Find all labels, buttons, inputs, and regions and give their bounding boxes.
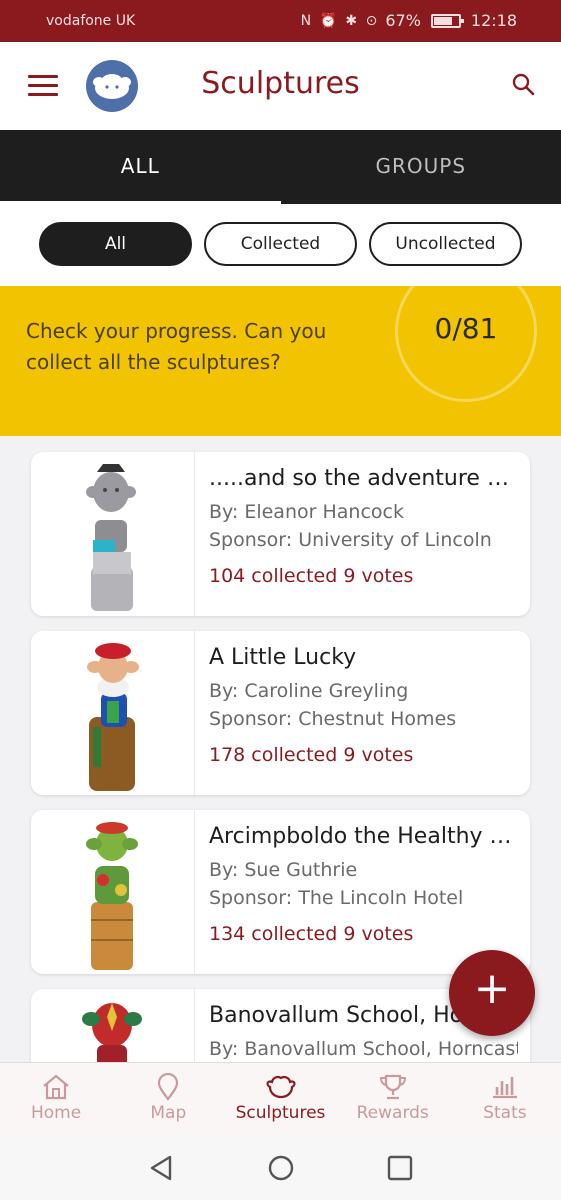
nav-stats[interactable]: Stats — [449, 1063, 561, 1134]
carrier-label: vodafone UK — [46, 13, 136, 29]
sculpture-thumbnail — [31, 452, 195, 616]
nav-rewards-label: Rewards — [356, 1103, 429, 1123]
sculpture-artist: By: Eleanor Hancock — [209, 501, 404, 523]
nav-stats-label: Stats — [483, 1103, 527, 1123]
sculpture-card[interactable]: Arcimpboldo the Healthy Imp By: Sue Guth… — [31, 810, 530, 974]
sculpture-title: A Little Lucky — [209, 645, 357, 670]
filter-uncollected-button[interactable]: Uncollected — [369, 222, 522, 266]
vote-count: 9 votes — [343, 565, 414, 587]
progress-description: Check your progress. Can you collect all… — [26, 319, 327, 374]
filter-all-button[interactable]: All — [39, 222, 192, 266]
home-icon — [43, 1074, 69, 1100]
recents-icon[interactable] — [387, 1154, 413, 1182]
nav-sculptures[interactable]: Sculptures — [224, 1063, 336, 1134]
sculpture-card[interactable]: A Little Lucky By: Caroline Greyling Spo… — [31, 631, 530, 795]
battery-percent: 67% — [385, 11, 421, 30]
bar-chart-icon — [492, 1077, 517, 1099]
sculpture-artist: By: Caroline Greyling — [209, 680, 409, 702]
add-fab-button[interactable]: + — [449, 950, 535, 1036]
sculpture-thumbnail — [31, 810, 195, 974]
filter-bar: All Collected Uncollected — [0, 204, 561, 286]
sculpture-artist: By: Banovallum School, Horncastle — [209, 1038, 518, 1060]
nav-home-label: Home — [31, 1103, 82, 1123]
nav-map-label: Map — [150, 1103, 187, 1123]
progress-banner: Check your progress. Can you collect all… — [0, 286, 561, 436]
system-nav-bar — [0, 1134, 561, 1200]
sculpture-artist: By: Sue Guthrie — [209, 859, 358, 881]
system-icons: N ⏰ ✱ ⊙ — [300, 12, 380, 29]
trophy-icon — [379, 1074, 406, 1100]
app-header: Sculptures — [0, 42, 561, 130]
nav-map[interactable]: Map — [112, 1063, 224, 1134]
sculpture-stats: 104 collected 9 votes — [209, 565, 518, 587]
sculpture-title: .....and so the adventure begins — [209, 466, 518, 491]
vote-count: 9 votes — [343, 744, 414, 766]
nav-home[interactable]: Home — [0, 1063, 112, 1134]
clock: 12:18 — [470, 11, 517, 30]
sculpture-thumbnail — [31, 989, 195, 1062]
sculpture-card[interactable]: .....and so the adventure begins By: Ele… — [31, 452, 530, 616]
imp-icon — [265, 1075, 296, 1099]
tab-all[interactable]: ALL — [0, 130, 281, 204]
page-title: Sculptures — [201, 66, 360, 101]
search-icon[interactable] — [511, 72, 535, 96]
progress-count: 0/81 — [434, 312, 498, 345]
back-icon[interactable] — [148, 1154, 174, 1182]
vote-count: 9 votes — [343, 923, 414, 945]
sculpture-thumbnail — [31, 631, 195, 795]
collected-count: 104 collected — [209, 565, 338, 587]
map-pin-icon — [158, 1073, 179, 1101]
filter-collected-button[interactable]: Collected — [204, 222, 357, 266]
tab-groups[interactable]: GROUPS — [281, 130, 561, 204]
collected-count: 134 collected — [209, 923, 338, 945]
sculpture-stats: 178 collected 9 votes — [209, 744, 518, 766]
sculpture-sponsor: Sponsor: University of Lincoln — [209, 529, 492, 551]
nav-sculptures-label: Sculptures — [235, 1103, 326, 1123]
sculpture-sponsor: Sponsor: The Lincoln Hotel — [209, 887, 464, 909]
bottom-nav: Home Map Sculptures Rewards Stats — [0, 1062, 561, 1134]
status-bar: vodafone UK N ⏰ ✱ ⊙ 67% 12:18 — [0, 0, 561, 42]
battery-icon — [430, 13, 464, 28]
status-icons: N ⏰ ✱ ⊙ 67% 12:18 — [301, 11, 517, 30]
home-circle-icon[interactable] — [267, 1154, 295, 1182]
sculpture-sponsor: Sponsor: Chestnut Homes — [209, 708, 457, 730]
sculpture-stats: 134 collected 9 votes — [209, 923, 518, 945]
plus-icon: + — [473, 963, 511, 1014]
collected-count: 178 collected — [209, 744, 338, 766]
view-tabs: ALL GROUPS — [0, 130, 561, 204]
sculpture-title: Arcimpboldo the Healthy Imp — [209, 824, 518, 849]
nav-rewards[interactable]: Rewards — [337, 1063, 449, 1134]
